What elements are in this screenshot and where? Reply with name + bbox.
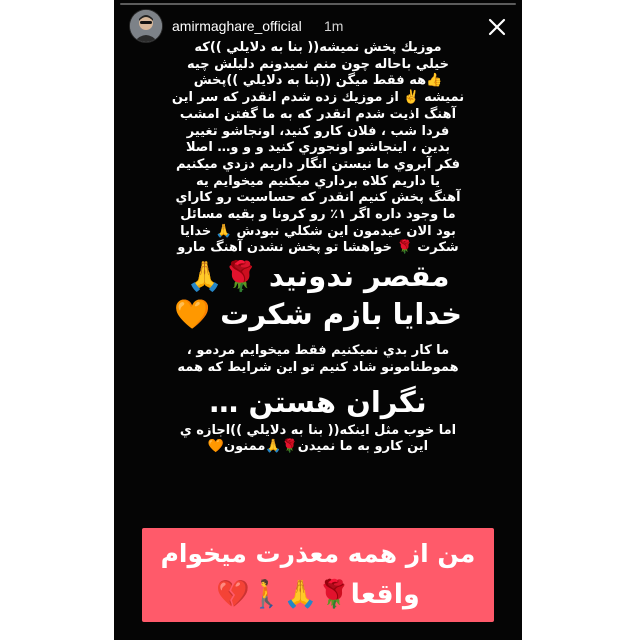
story-timestamp: 1m (324, 18, 344, 34)
avatar-image (130, 10, 162, 42)
text-line: 👍هه فقط ميگن ((بنا به دلايلي ))پخش (193, 73, 443, 89)
text-line: ما وجود داره اگر ١٪ رو كرونا و بقيه مسائ… (180, 207, 456, 223)
text-line: ما كار بدي نميكنيم فقط ميخوايم مردمو ، (186, 343, 450, 359)
profile-avatar[interactable] (130, 10, 162, 42)
headline-1: مقصر ندونيد 🌹🙏 (186, 259, 450, 294)
username[interactable]: amirmaghare_official (172, 18, 302, 34)
text-line: فردا شب ، فلان كارو كنيد، اونجاشو تغيير (186, 123, 450, 139)
text-line: نميشه ✌️ از موزيك زده شدم انقدر كه سر اي… (171, 90, 465, 106)
text-line: خيلي باحاله چون منم نميدونم دليلش چيه (187, 56, 449, 72)
close-icon[interactable] (486, 16, 508, 38)
story-viewer[interactable]: amirmaghare_official 1m موزيك پخش نميشه(… (114, 0, 522, 640)
text-line: آهنگ اذيت شدم انقدر كه به ما گفتن امشب (179, 106, 457, 122)
banner-line-1: من از همه معذرت ميخوام (160, 539, 476, 568)
banner-line-2: واقعا🌹🙏🚶💔 (216, 579, 420, 610)
text-line: هموطنامونو شاد كنيم تو اين شرايط كه همه (177, 359, 459, 375)
story-progress-bar (120, 3, 516, 5)
headline-3: نگران هستن … (209, 384, 427, 419)
headline-2: خدايا بازم شكرت 🧡 (173, 297, 463, 332)
text-line: يا داريم كلاه برداري ميكنيم ميخوايم يه (195, 173, 441, 189)
text-line: بود الان عيدمون اين شكلي نبودش 🙏 خدايا (180, 223, 456, 239)
text-line: اين كارو به ما نميدن🌹🙏ممنون🧡 (207, 439, 429, 455)
text-line: بدين ، اينجاشو اونجوري كنيد و و و… اصلا (185, 140, 451, 156)
text-line: آهنگ پخش كنيم انقدر كه حساسيت رو كاراي (175, 190, 461, 206)
text-line: موزيك پخش نميشه(( بنا به دلايلي ))كه (194, 40, 442, 55)
story-text: موزيك پخش نميشه(( بنا به دلايلي ))كه خيل… (128, 40, 508, 456)
text-line: فكر آبروي ما نيستن انگار داريم دزدي ميكن… (175, 156, 461, 172)
text-line: شكرت 🌹 خواهشا تو پخش نشدن آهنگ مارو (177, 240, 459, 256)
story-header: amirmaghare_official 1m (114, 8, 522, 44)
text-line: اما خوب مثل اينكه(( بنا به دلايلي ))اجاز… (179, 422, 457, 438)
apology-banner: من از همه معذرت ميخوام واقعا🌹🙏🚶💔 (142, 528, 494, 622)
